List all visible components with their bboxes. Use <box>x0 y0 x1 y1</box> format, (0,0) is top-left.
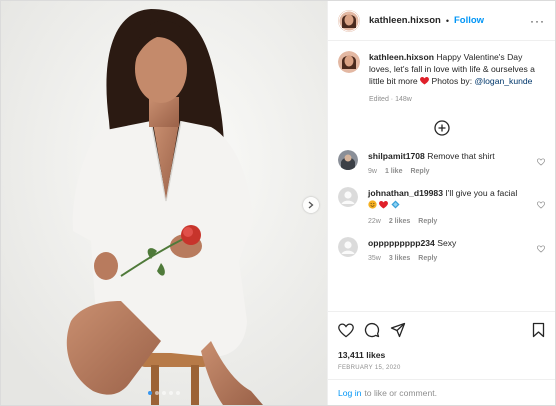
commenter-avatar[interactable] <box>338 187 358 207</box>
smiling-face-icon <box>368 200 377 212</box>
comment-item: johnathan_d19983 I'll give you a facial <box>338 187 545 225</box>
author-avatar[interactable] <box>338 9 360 32</box>
instagram-post: kathleen.hixson • Follow ··· kathleen.hi… <box>0 0 556 406</box>
comment-body: johnathan_d19983 I'll give you a facial <box>368 187 537 225</box>
comment-age: 35w <box>368 255 381 262</box>
caption-mention-link[interactable]: @logan_kunde <box>475 76 533 86</box>
comment-item: oppppppppp234 Sexy 35w 3 likes Reply <box>338 237 545 262</box>
avatar-image <box>338 150 358 170</box>
comment-likes[interactable]: 2 likes <box>389 218 410 225</box>
comment-content: Sexy <box>437 238 457 248</box>
carousel-dot <box>169 391 173 395</box>
post-caption: kathleen.hixson Happy Valentine's Day lo… <box>338 51 545 106</box>
comment-body: oppppppppp234 Sexy 35w 3 likes Reply <box>368 237 537 262</box>
caption-username[interactable]: kathleen.hixson <box>369 52 434 62</box>
comment-likes[interactable]: 1 like <box>385 168 403 175</box>
commenter-avatar[interactable] <box>338 150 358 170</box>
login-prompt-text: to like or comment. <box>364 387 438 398</box>
comment-meta: 22w 2 likes Reply <box>368 218 537 225</box>
comment-age: 22w <box>368 218 381 225</box>
like-icon[interactable] <box>338 322 354 340</box>
red-heart-icon <box>420 76 430 88</box>
avatar-image <box>338 51 360 73</box>
post-actions: 13,411 likes FEBRUARY 15, 2020 <box>328 311 555 371</box>
more-options-icon[interactable]: ··· <box>530 14 545 28</box>
avatar-image <box>338 9 360 32</box>
comment-username[interactable]: oppppppppp234 <box>368 238 435 248</box>
post-photo[interactable] <box>1 1 327 405</box>
carousel-dot <box>162 391 166 395</box>
post-sidebar: kathleen.hixson • Follow ··· kathleen.hi… <box>327 1 555 405</box>
follow-button[interactable]: Follow <box>454 15 484 26</box>
commenter-avatar[interactable] <box>338 237 358 257</box>
comment-icon[interactable] <box>364 322 380 340</box>
carousel-dot <box>148 391 152 395</box>
carousel-dot <box>176 391 180 395</box>
comment-meta: 35w 3 likes Reply <box>368 255 537 262</box>
like-comment-icon[interactable] <box>537 244 545 255</box>
comments-section: kathleen.hixson Happy Valentine's Day lo… <box>328 41 555 311</box>
login-link[interactable]: Log in <box>338 388 361 398</box>
separator-dot: • <box>445 15 449 26</box>
reply-button[interactable]: Reply <box>410 168 429 175</box>
reply-button[interactable]: Reply <box>418 255 437 262</box>
comment-username[interactable]: johnathan_d19983 <box>368 188 443 198</box>
share-icon[interactable] <box>390 322 406 340</box>
likes-count[interactable]: 13,411 likes <box>338 350 545 360</box>
login-prompt: Log in to like or comment. <box>328 379 555 405</box>
reply-button[interactable]: Reply <box>418 218 437 225</box>
comment-item: shilpamit1708 Remove that shirt 9w 1 lik… <box>338 150 545 175</box>
action-icons <box>338 320 545 342</box>
carousel-dot <box>155 391 159 395</box>
next-image-button[interactable] <box>303 197 319 213</box>
comment-age: 9w <box>368 168 377 175</box>
post-image <box>1 1 327 405</box>
chevron-right-icon <box>308 201 314 209</box>
red-heart-icon <box>379 200 389 212</box>
save-bookmark-icon[interactable] <box>532 322 545 340</box>
comment-content: Remove that shirt <box>427 151 495 161</box>
caption-author-avatar[interactable] <box>338 51 360 73</box>
caption-photos-by: Photos by: <box>431 76 473 86</box>
plus-circle-icon <box>433 120 450 136</box>
like-comment-icon[interactable] <box>537 201 545 211</box>
comment-text: johnathan_d19983 I'll give you a facial <box>368 187 537 212</box>
default-avatar-icon <box>338 237 358 257</box>
comment-text: oppppppppp234 Sexy <box>368 237 537 249</box>
blue-diamond-icon <box>391 200 400 212</box>
post-date[interactable]: FEBRUARY 15, 2020 <box>338 365 545 371</box>
default-avatar-icon <box>338 187 358 207</box>
comment-username[interactable]: shilpamit1708 <box>368 151 425 161</box>
load-more-button[interactable] <box>433 120 450 136</box>
post-header: kathleen.hixson • Follow ··· <box>328 1 555 41</box>
comment-body: shilpamit1708 Remove that shirt 9w 1 lik… <box>368 150 537 175</box>
like-comment-icon[interactable] <box>537 157 545 168</box>
comment-text: shilpamit1708 Remove that shirt <box>368 150 537 162</box>
comment-likes[interactable]: 3 likes <box>389 255 410 262</box>
carousel-indicator <box>1 391 327 395</box>
author-username[interactable]: kathleen.hixson <box>369 15 441 26</box>
caption-body: kathleen.hixson Happy Valentine's Day lo… <box>369 51 545 106</box>
caption-meta: Edited · 148w <box>369 96 412 103</box>
load-more-comments <box>338 120 545 136</box>
comment-meta: 9w 1 like Reply <box>368 168 537 175</box>
comment-content: I'll give you a facial <box>445 188 518 198</box>
